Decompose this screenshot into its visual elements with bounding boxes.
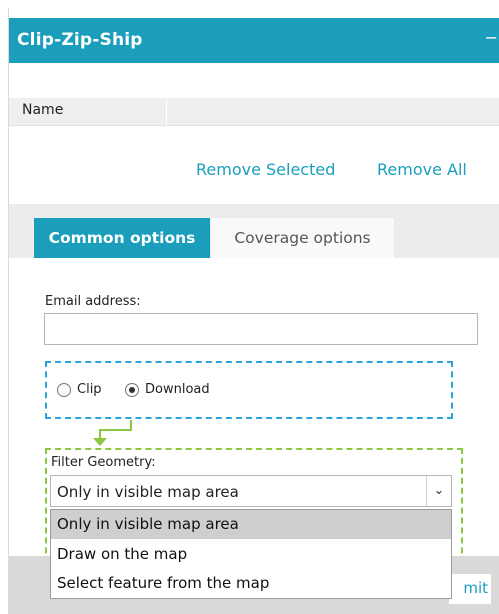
filter-geometry-select[interactable]: Only in visible map area ⌄: [50, 475, 452, 507]
filter-selected-value: Only in visible map area: [57, 483, 239, 501]
column-header-name: Name: [9, 98, 167, 126]
dropdown-option-visible-area[interactable]: Only in visible map area: [51, 510, 451, 539]
radio-clip-label: Clip: [77, 382, 102, 397]
radio-download[interactable]: [125, 383, 139, 397]
tab-coverage-options[interactable]: Coverage options: [211, 218, 394, 258]
clip-zip-ship-panel: Clip-Zip-Ship − Name Remove Selected Rem…: [8, 8, 499, 614]
panel-title: Clip-Zip-Ship: [17, 30, 143, 50]
callout-connector: [99, 429, 132, 431]
panel-titlebar: Clip-Zip-Ship −: [9, 18, 499, 63]
remove-all-link[interactable]: Remove All: [377, 160, 467, 179]
remove-selected-link[interactable]: Remove Selected: [196, 160, 335, 179]
dropdown-option-select-feature[interactable]: Select feature from the map: [51, 569, 451, 598]
email-label: Email address:: [45, 294, 141, 309]
radio-download-label: Download: [145, 382, 210, 397]
dropdown-option-draw[interactable]: Draw on the map: [51, 540, 451, 569]
chevron-down-icon[interactable]: ⌄: [426, 476, 451, 506]
minus-icon[interactable]: −: [485, 28, 498, 47]
email-field[interactable]: [44, 313, 478, 345]
tab-strip: Common options Coverage options: [9, 204, 499, 258]
filter-geometry-label: Filter Geometry:: [51, 455, 156, 470]
table-header: Name: [9, 98, 499, 126]
arrow-down-icon: [93, 438, 107, 446]
submit-button[interactable]: mit: [449, 574, 491, 604]
mode-radio-group: Clip Download: [45, 361, 453, 419]
radio-clip[interactable]: [57, 383, 71, 397]
tab-common-options[interactable]: Common options: [34, 218, 210, 258]
filter-dropdown-list: Only in visible map area Draw on the map…: [50, 509, 452, 599]
